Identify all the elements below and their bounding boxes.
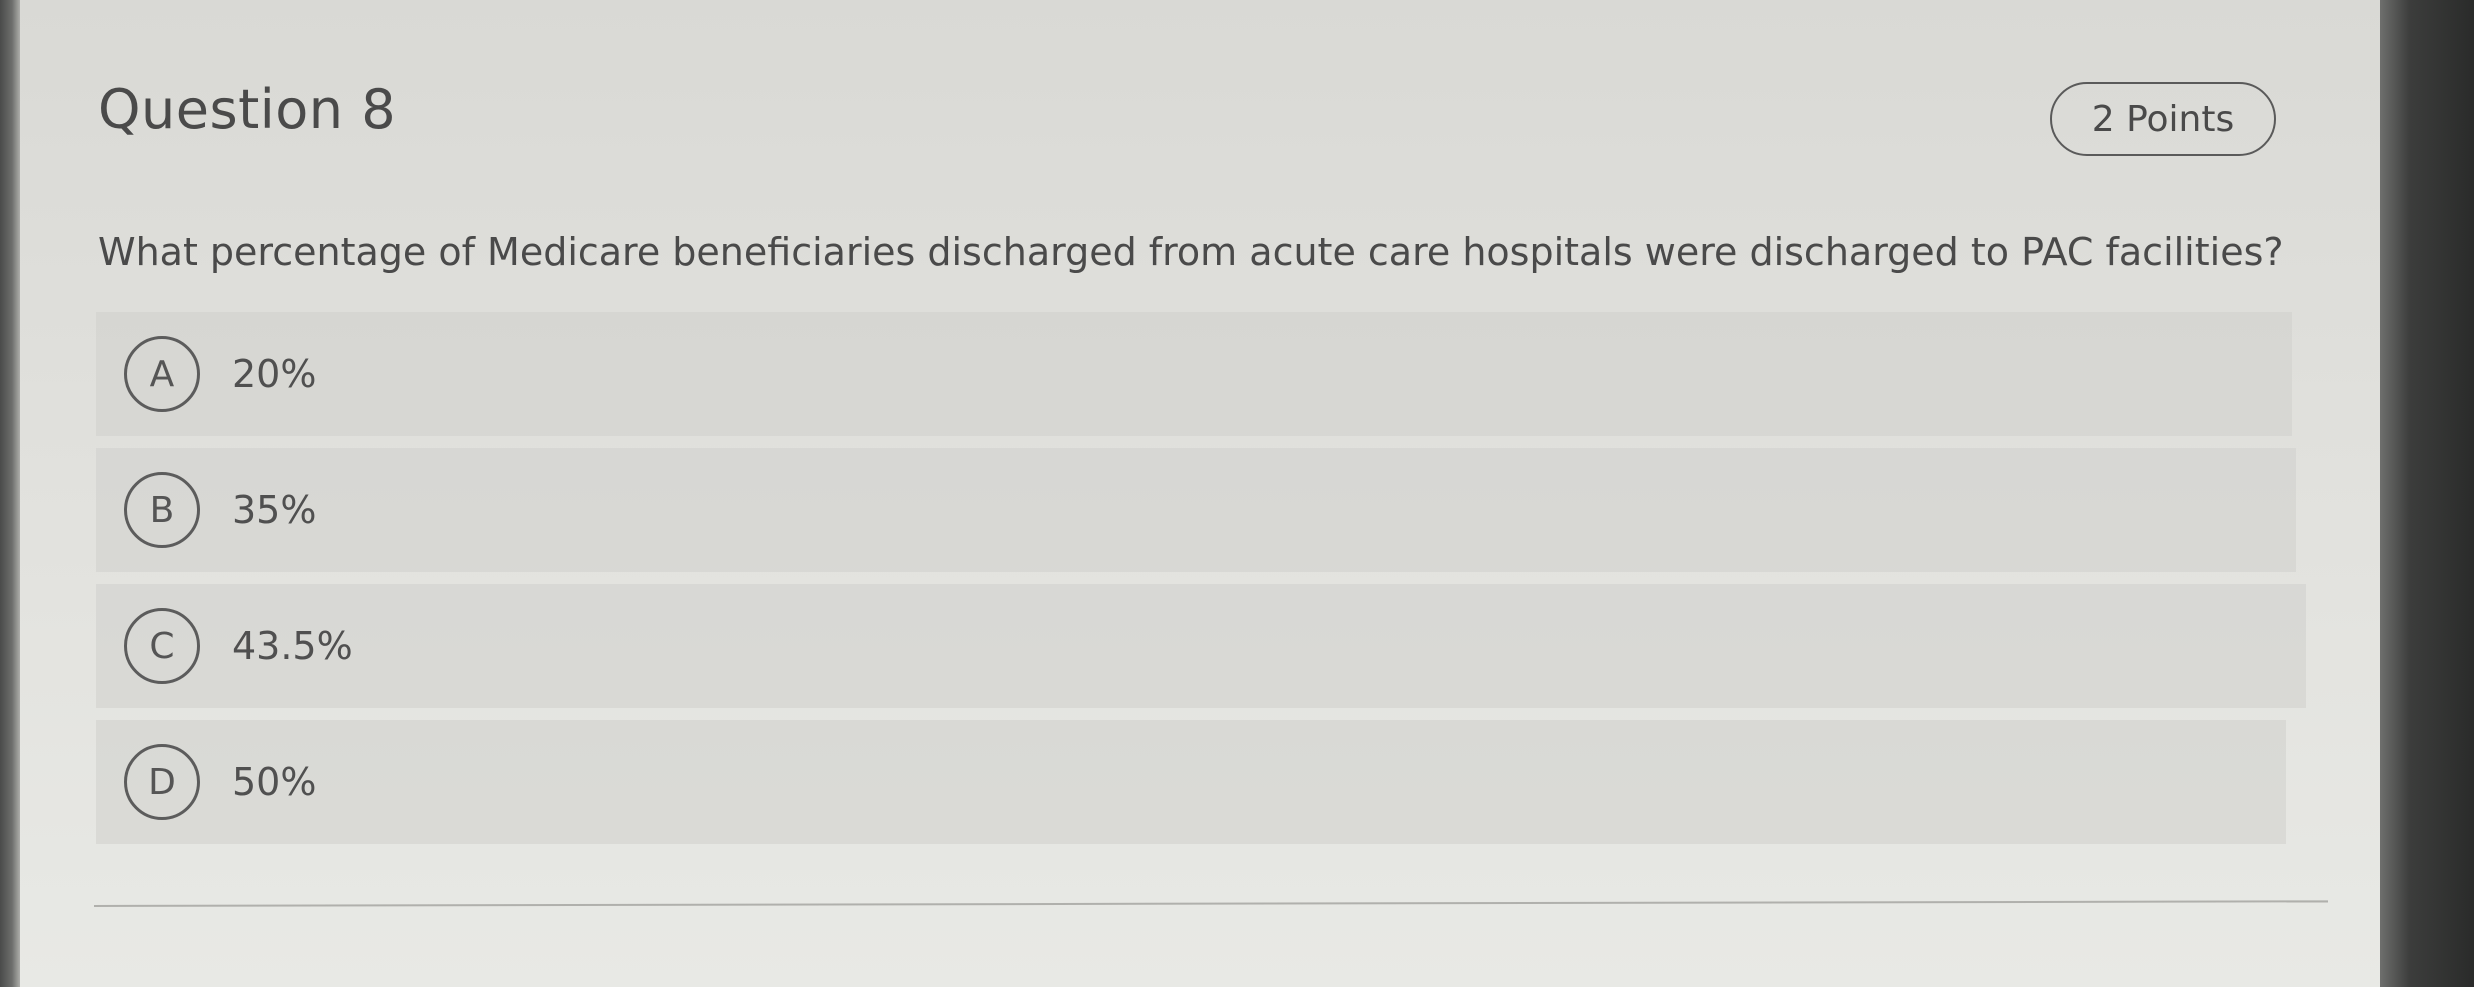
- option-d-label: 50%: [232, 760, 317, 804]
- option-d[interactable]: D 50%: [96, 720, 2286, 844]
- option-b-label: 35%: [232, 488, 317, 532]
- monitor-bezel: [2380, 0, 2474, 987]
- option-b[interactable]: B 35%: [96, 448, 2296, 572]
- option-a-letter: A: [124, 336, 200, 412]
- option-a-label: 20%: [232, 352, 317, 396]
- option-a[interactable]: A 20%: [96, 312, 2292, 436]
- option-c-label: 43.5%: [232, 624, 353, 668]
- question-title: Question 8: [98, 78, 397, 141]
- answer-options: A 20% B 35% C 43.5% D 50%: [96, 312, 2306, 856]
- option-c[interactable]: C 43.5%: [96, 584, 2306, 708]
- question-text: What percentage of Medicare beneficiarie…: [98, 230, 2284, 274]
- option-b-letter: B: [124, 472, 200, 548]
- points-badge: 2 Points: [2050, 82, 2276, 156]
- option-c-letter: C: [124, 608, 200, 684]
- option-d-letter: D: [124, 744, 200, 820]
- question-header: Question 8 2 Points: [78, 72, 2278, 172]
